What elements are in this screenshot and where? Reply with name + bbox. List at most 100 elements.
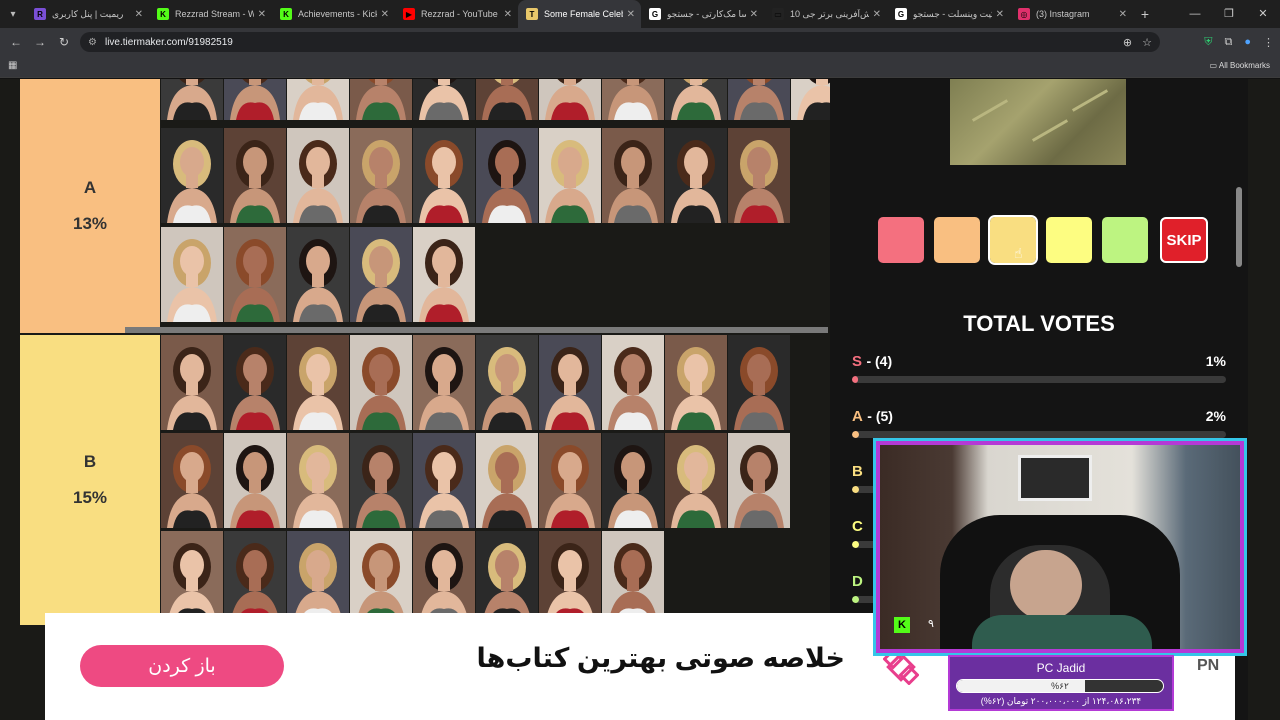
celebrity-photo[interactable] [224,227,286,322]
celebrity-photo[interactable] [161,79,223,120]
celebrity-photo[interactable] [665,79,727,120]
celebrity-photo[interactable] [665,433,727,528]
zoom-icon[interactable]: ⊕ [1123,36,1132,49]
celebrity-photo[interactable] [476,335,538,430]
celebrity-photo[interactable] [161,128,223,223]
forward-icon[interactable]: → [28,35,52,49]
celebrity-photo[interactable] [287,128,349,223]
address-bar[interactable]: ⚙ live.tiermaker.com/91982519 ⊕ ☆ [80,32,1160,52]
celebrity-photo[interactable] [413,227,475,322]
horizontal-scrollbar[interactable] [125,327,828,333]
tab-close-icon[interactable]: ✕ [504,9,512,20]
celebrity-photo[interactable] [224,79,286,120]
menu-kebab-icon[interactable]: ⋮ [1263,36,1274,49]
browser-tab[interactable]: K Achievements - Kick ✕ [272,0,395,28]
celebrity-photo[interactable] [350,433,412,528]
celebrity-photo[interactable] [161,335,223,430]
browser-tab[interactable]: ▭ 10 نقش‌آفرینی برتر جی ✕ [764,0,887,28]
celebrity-photo[interactable] [539,79,601,120]
celebrity-photo[interactable] [539,433,601,528]
browser-tab[interactable]: ▶ Rezzrad - YouTube ✕ [395,0,518,28]
celebrity-photo[interactable] [665,335,727,430]
celebrity-photo[interactable] [476,128,538,223]
tab-close-icon[interactable]: ✕ [135,9,143,20]
celebrity-photo[interactable] [287,531,349,626]
vertical-scrollbar[interactable] [1236,187,1242,267]
browser-tab[interactable]: R ریمیت | پنل کاربری ✕ [26,0,149,28]
celebrity-photo[interactable] [476,531,538,626]
browser-tab[interactable]: G کیت وینسلت - جستجو ✕ [887,0,1010,28]
tab-close-icon[interactable]: ✕ [750,9,758,20]
browser-tab[interactable]: T Some Female Celebs ✕ [518,0,641,28]
celebrity-photo[interactable] [161,531,223,626]
browser-tab[interactable]: ◎ (3) Instagram ✕ [1010,0,1133,28]
reload-icon[interactable]: ↻ [52,35,76,49]
browser-tab[interactable]: G ملیسا مک‌کارتی - جستجو ✕ [641,0,764,28]
bookmark-star-icon[interactable]: ☆ [1142,36,1152,49]
celebrity-photo[interactable] [161,433,223,528]
celebrity-photo[interactable] [539,128,601,223]
extensions-icon[interactable]: ⧉ [1224,36,1232,49]
celebrity-photo[interactable] [287,335,349,430]
celebrity-photo[interactable] [413,335,475,430]
apps-grid-icon[interactable]: ▦ [8,60,17,71]
tab-close-icon[interactable]: ✕ [873,9,881,20]
vote-button-s[interactable] [878,217,924,263]
vote-button-d[interactable] [1102,217,1148,263]
close-window-icon[interactable]: ✕ [1246,0,1280,28]
celebrity-photo[interactable] [602,433,664,528]
celebrity-photo[interactable] [602,79,664,120]
celebrity-photo[interactable] [287,227,349,322]
site-info-icon[interactable]: ⚙ [88,37,97,48]
celebrity-photo[interactable] [728,128,790,223]
celebrity-photo[interactable] [350,335,412,430]
celebrity-photo[interactable] [728,79,790,120]
tab-close-icon[interactable]: ✕ [258,9,266,20]
celebrity-photo[interactable] [413,531,475,626]
celebrity-photo[interactable] [602,335,664,430]
tab-close-icon[interactable]: ✕ [627,9,635,20]
tab-close-icon[interactable]: ✕ [381,9,389,20]
vote-button-b[interactable] [988,215,1038,265]
vote-button-c[interactable] [1046,217,1092,263]
tier-label-b[interactable]: B 15% [20,335,160,625]
celebrity-photo[interactable] [224,531,286,626]
tab-search-icon[interactable]: ▾ [0,0,26,28]
ad-open-button[interactable]: باز کردن [80,645,284,687]
celebrity-photo[interactable] [539,531,601,626]
celebrity-photo[interactable] [476,79,538,120]
celebrity-photo[interactable] [413,128,475,223]
celebrity-photo[interactable] [602,531,664,626]
celebrity-photo[interactable] [350,79,412,120]
celebrity-photo[interactable] [539,335,601,430]
browser-tab[interactable]: K Rezzrad Stream - Wa ✕ [149,0,272,28]
shield-extension-icon[interactable]: ⛨ [1204,36,1212,49]
restore-icon[interactable]: ❐ [1212,0,1246,28]
back-icon[interactable]: ← [4,35,28,49]
tier-label-a[interactable]: A 13% [20,79,160,333]
tab-close-icon[interactable]: ✕ [996,9,1004,20]
celebrity-photo[interactable] [224,335,286,430]
celebrity-photo[interactable] [602,128,664,223]
celebrity-photo[interactable] [161,227,223,322]
celebrity-photo[interactable] [287,433,349,528]
celebrity-photo[interactable] [476,433,538,528]
celebrity-photo[interactable] [350,227,412,322]
new-tab-button[interactable]: + [1133,6,1157,22]
celebrity-photo[interactable] [413,433,475,528]
tab-close-icon[interactable]: ✕ [1119,9,1127,20]
celebrity-photo[interactable] [350,128,412,223]
celebrity-photo[interactable] [665,128,727,223]
profile-avatar[interactable]: ● [1244,36,1251,48]
celebrity-photo[interactable] [413,79,475,120]
celebrity-photo[interactable] [350,531,412,626]
celebrity-photo[interactable] [224,433,286,528]
celebrity-photo[interactable] [224,128,286,223]
skip-button[interactable]: SKIP [1160,217,1208,263]
celebrity-photo[interactable] [728,335,790,430]
vote-button-a[interactable] [934,217,980,263]
minimize-icon[interactable]: — [1178,0,1212,28]
celebrity-photo[interactable] [287,79,349,120]
celebrity-photo[interactable] [728,433,790,528]
all-bookmarks-button[interactable]: ▭ All Bookmarks [1210,61,1270,70]
